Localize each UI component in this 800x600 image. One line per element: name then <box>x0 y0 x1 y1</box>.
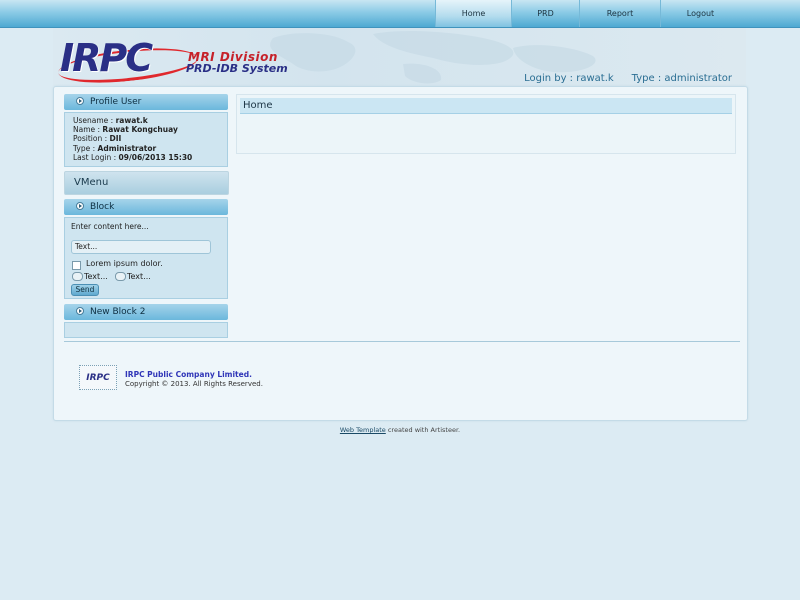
lorem-checkbox[interactable] <box>72 261 81 270</box>
nav-home[interactable]: Home <box>435 0 511 27</box>
profile-last-login: Last Login : 09/06/2013 15:30 <box>73 152 193 162</box>
profile-username: Usename : rawat.k <box>73 116 148 125</box>
radio-label-1: Text... <box>84 272 108 281</box>
send-button[interactable]: Send <box>71 284 99 296</box>
footer-company-name: IRPC Public Company Limited. <box>125 370 252 379</box>
credit-text: created with Artisteer. <box>385 426 461 434</box>
content-title: Home <box>240 98 732 114</box>
block-intro-text: Enter content here... <box>71 222 149 231</box>
radio-option-1[interactable] <box>72 272 83 281</box>
profile-block-body: Usename : rawat.k Name : Rawat Kongchuay… <box>64 112 228 167</box>
profile-block-header: Profile User <box>64 94 228 110</box>
profile-position: Position : DII <box>73 134 122 144</box>
logo-system-text: PRD-IDB System <box>186 62 288 75</box>
block-body: Enter content here... Text... Lorem ipsu… <box>64 217 228 299</box>
nav-report[interactable]: Report <box>579 0 660 27</box>
profile-name: Name : Rawat Kongchuay <box>73 125 178 135</box>
nav-prd[interactable]: PRD <box>511 0 579 27</box>
login-info: Login by : rawat.k Type : administrator <box>524 73 732 84</box>
profile-type: Type : Administrator <box>73 143 157 153</box>
web-template-link[interactable]: Web Template <box>340 426 386 434</box>
footer-copyright: Copyright © 2013. All Rights Reserved. <box>125 380 263 388</box>
bullet-icon <box>76 97 84 105</box>
main-sheet: Profile User Usename : rawat.k Name : Ra… <box>53 86 748 421</box>
radio-label-2: Text... <box>127 272 151 281</box>
block-title: Block <box>90 202 115 212</box>
profile-block-title: Profile User <box>90 97 142 107</box>
radio-option-2[interactable] <box>115 272 126 281</box>
checkbox-label: Lorem ipsum dolor. <box>86 259 163 268</box>
block-header: Block <box>64 199 228 215</box>
irpc-logo[interactable]: IRPC MRI Division PRD-IDB System <box>56 32 313 86</box>
block2-body <box>64 322 228 338</box>
template-credit: Web Template created with Artisteer. <box>0 426 800 434</box>
footer-divider <box>64 341 740 342</box>
nav-logout[interactable]: Logout <box>660 0 740 27</box>
block-text-input[interactable]: Text... <box>71 240 211 254</box>
login-by-text: Login by : rawat.k <box>524 73 614 84</box>
block2-title: New Block 2 <box>90 307 146 317</box>
content-panel: Home <box>236 94 736 154</box>
vmenu-header[interactable]: VMenu <box>64 171 229 195</box>
site-header: IRPC MRI Division PRD-IDB System Login b… <box>53 28 746 86</box>
bullet-icon <box>76 202 84 210</box>
logo-brand-text: IRPC <box>60 36 153 80</box>
top-navigation: Home PRD Report Logout <box>0 0 800 28</box>
bullet-icon <box>76 307 84 315</box>
user-type-text: Type : administrator <box>631 73 732 84</box>
footer-logo: IRPC <box>79 365 117 390</box>
block2-header: New Block 2 <box>64 304 228 320</box>
